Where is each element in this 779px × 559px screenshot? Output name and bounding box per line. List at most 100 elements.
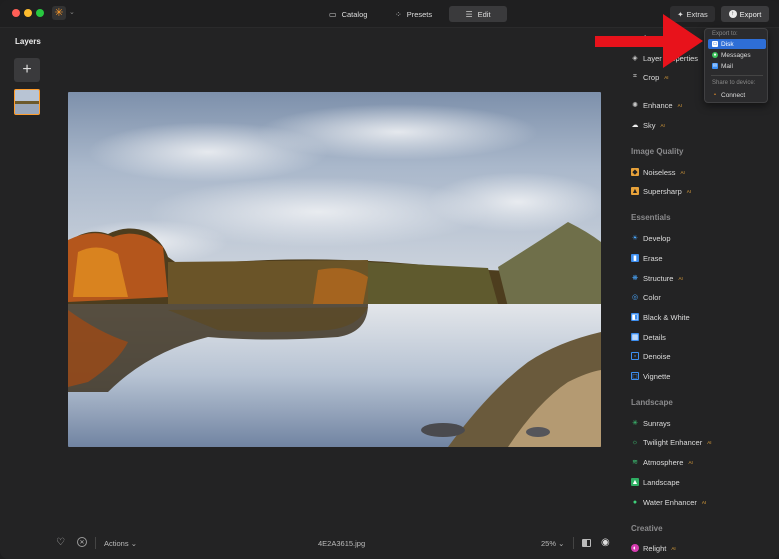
tab-presets[interactable]: ⁘ Presets (385, 6, 439, 22)
tab-catalog-label: Catalog (341, 9, 368, 19)
tool-label: Landscape (643, 477, 680, 487)
ai-badge: AI (701, 499, 707, 505)
tool-relight[interactable]: ◐ Relight AI (631, 542, 676, 554)
eye-icon[interactable]: ◉ (601, 537, 610, 548)
tool-label: Details (643, 332, 666, 342)
crop-icon: ⌗ (633, 73, 637, 80)
details-icon: ▦ (631, 333, 639, 341)
reject-icon[interactable]: ✕ (77, 537, 87, 547)
photo-canvas[interactable] (68, 92, 601, 447)
export-label: Export (739, 9, 762, 19)
tool-label: Develop (643, 233, 671, 243)
tool-landscape[interactable]: ▲ Landscape (631, 476, 680, 488)
denoise-icon: ▫ (631, 352, 639, 360)
tool-label: Structure (643, 273, 674, 283)
actions-menu[interactable]: Actions ⌄ (104, 539, 137, 548)
erase-icon: ▮ (631, 254, 639, 262)
tool-label: Twilight Enhancer (643, 437, 703, 447)
presets-icon: ⁘ (395, 9, 402, 19)
tab-edit[interactable]: ☰ Edit (449, 6, 507, 22)
tool-label: Erase (643, 253, 663, 263)
tool-label: Relight (643, 543, 667, 553)
develop-icon: ☀ (631, 235, 639, 242)
tool-develop[interactable]: ☀ Develop (631, 232, 671, 244)
menu-item-label: Messages (721, 51, 751, 59)
tool-label: Water Enhancer (643, 497, 697, 507)
tab-edit-label: Edit (477, 9, 491, 19)
tool-details[interactable]: ▦ Details (631, 331, 666, 343)
tool-sky[interactable]: ☁ Sky AI (631, 119, 665, 131)
color-icon: ◎ (631, 294, 639, 301)
messages-icon: ● (712, 52, 718, 58)
tool-black-white[interactable]: ◧ Black & White (631, 311, 690, 323)
ai-badge: AI (707, 439, 712, 445)
zoom-menu[interactable]: 25% ⌄ (541, 539, 564, 548)
tool-sunrays[interactable]: ✳ Sunrays (631, 417, 671, 429)
lake-landscape-image (68, 92, 601, 447)
tool-denoise[interactable]: ▫ Denoise (631, 350, 671, 362)
tool-label: Noiseless (643, 167, 676, 177)
filename: 4E2A3615.jpg (318, 539, 366, 548)
compare-view-icon[interactable] (582, 539, 591, 547)
tool-label: Sunrays (643, 418, 671, 428)
heart-icon[interactable]: ♡ (56, 537, 65, 548)
ai-badge: AI (688, 459, 693, 465)
tool-structure[interactable]: ❋ Structure AI (631, 272, 683, 284)
app-window: ✳ ⌄ ▭ Catalog ⁘ Presets ☰ Edit ✦ Extras … (0, 0, 779, 559)
tool-erase[interactable]: ▮ Erase (631, 252, 663, 264)
tool-label: Enhance (643, 100, 673, 110)
add-layer-button[interactable]: + (14, 58, 40, 82)
section-image-quality: Image Quality (631, 147, 684, 156)
zoom-window-button[interactable] (36, 9, 44, 17)
tool-twilight-enhancer[interactable]: ☼ Twilight Enhancer AI (631, 436, 712, 448)
export-to-header: Export to: (712, 31, 738, 37)
twilight-icon: ☼ (631, 438, 639, 446)
section-creative: Creative (631, 524, 663, 533)
cloud-icon: ☁ (631, 122, 639, 129)
ai-badge: AI (677, 102, 682, 108)
ai-badge: AI (680, 169, 685, 175)
app-logo-icon[interactable]: ✳ (52, 6, 66, 20)
export-mail-item[interactable]: ✉ Mail (708, 61, 766, 71)
divider (573, 537, 574, 549)
tool-label: Atmosphere (643, 457, 684, 467)
tool-noiseless[interactable]: ◆ Noiseless AI (631, 166, 685, 178)
tool-label: Black & White (643, 312, 690, 322)
tool-supersharp[interactable]: ▲ Supersharp AI (631, 185, 691, 197)
minimize-window-button[interactable] (24, 9, 32, 17)
tool-water-enhancer[interactable]: ● Water Enhancer AI (631, 496, 706, 508)
tool-vignette[interactable]: ◻ Vignette (631, 370, 670, 382)
chevron-down-icon[interactable]: ⌄ (69, 8, 75, 16)
tool-color[interactable]: ◎ Color (631, 291, 661, 303)
atmosphere-icon: ≋ (632, 459, 638, 466)
red-arrow-annotation-icon (595, 14, 703, 68)
tab-catalog[interactable]: ▭ Catalog (319, 6, 375, 22)
export-dropdown-menu: Export to: ▭ Disk ● Messages ✉ Mail Shar… (704, 28, 768, 103)
tool-label: Denoise (643, 351, 671, 361)
connect-item[interactable]: • Connect (708, 90, 766, 100)
tool-label: Vignette (643, 371, 671, 381)
menu-divider (711, 75, 763, 76)
tool-label: Color (643, 292, 661, 302)
export-messages-item[interactable]: ● Messages (708, 50, 766, 60)
tool-enhance[interactable]: ✺ Enhance AI (631, 99, 682, 111)
vignette-icon: ◻ (631, 372, 639, 380)
enhance-icon: ✺ (632, 102, 638, 109)
export-disk-item[interactable]: ▭ Disk (708, 39, 766, 49)
structure-icon: ❋ (632, 275, 638, 282)
section-essentials: Essentials (631, 213, 671, 222)
section-landscape: Landscape (631, 398, 673, 407)
folder-icon: ▭ (329, 9, 337, 19)
ai-badge: AI (686, 188, 692, 194)
menu-item-label: Connect (721, 91, 746, 99)
tool-label: Sky (643, 120, 656, 130)
supersharp-icon: ▲ (631, 187, 639, 195)
close-window-button[interactable] (12, 9, 20, 17)
actions-label: Actions (104, 539, 129, 548)
tool-atmosphere[interactable]: ≋ Atmosphere AI (631, 456, 693, 468)
noiseless-icon: ◆ (631, 168, 639, 176)
export-button[interactable]: ↑ Export (721, 6, 769, 22)
mode-switcher: ▭ Catalog ⁘ Presets ☰ Edit (319, 6, 507, 22)
black-white-icon: ◧ (631, 313, 639, 321)
layer-thumbnail[interactable] (14, 89, 40, 115)
